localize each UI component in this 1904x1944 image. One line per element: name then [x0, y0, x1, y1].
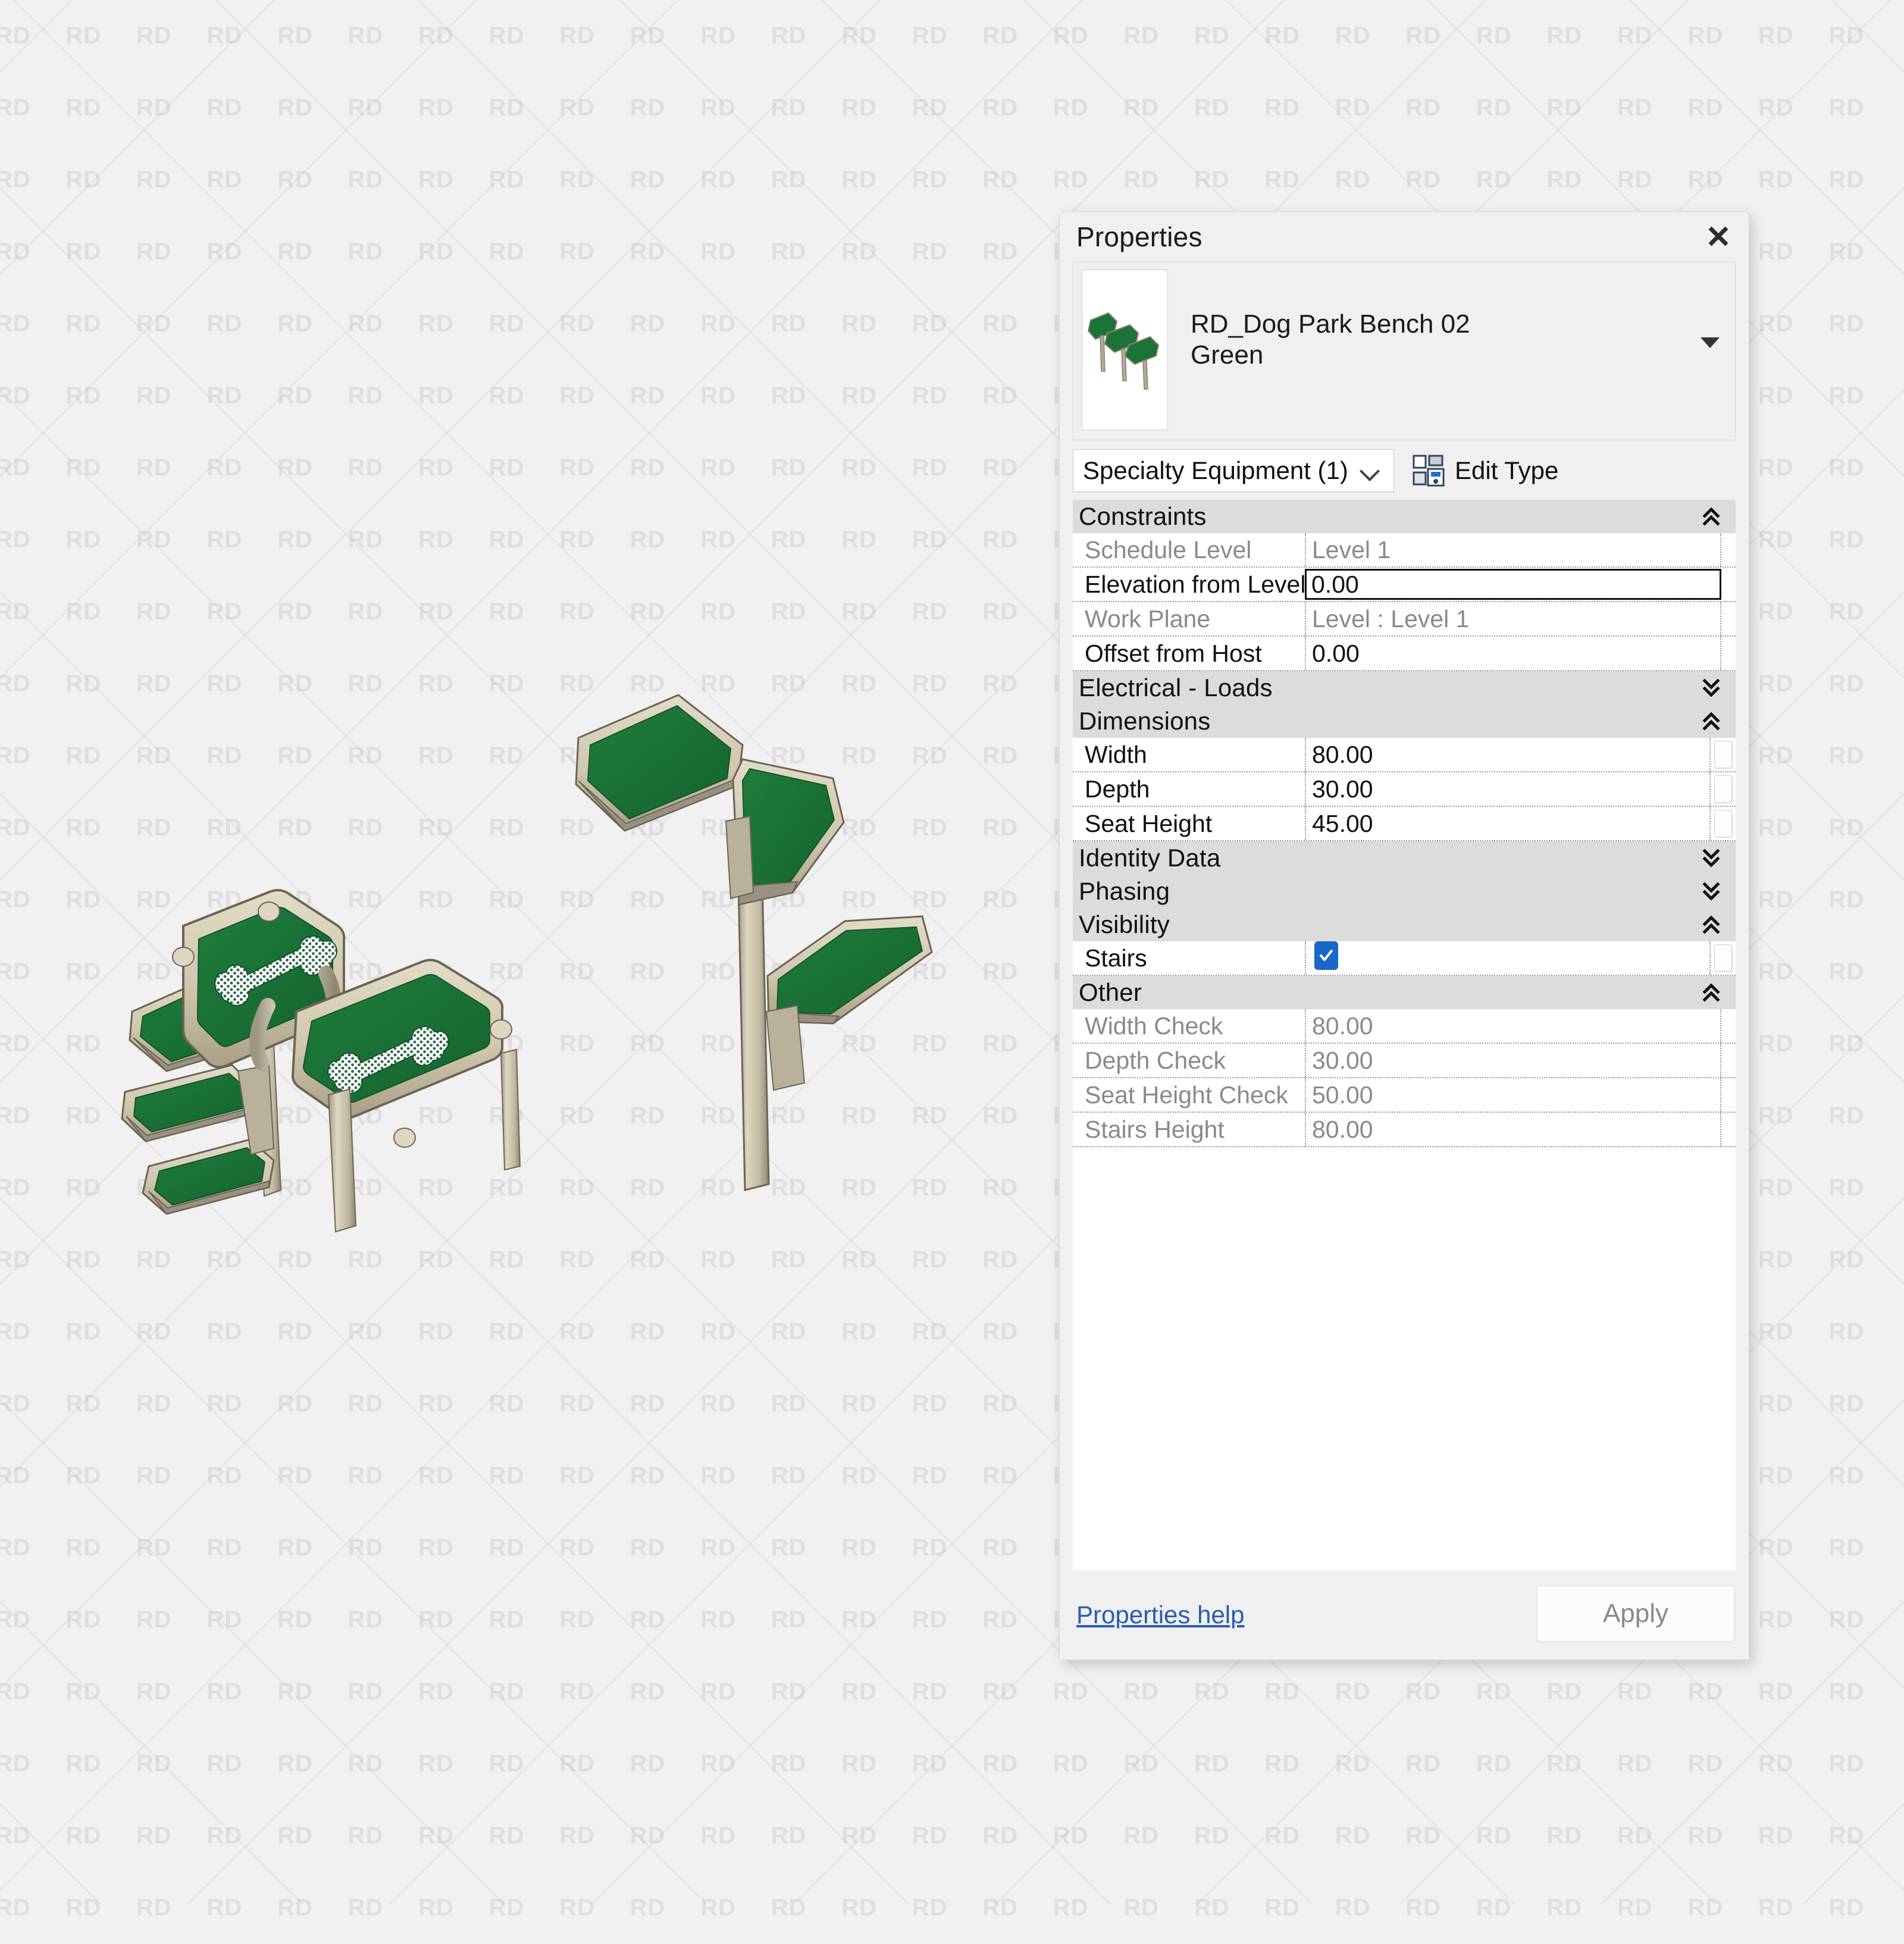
bench-right-unit [575, 694, 933, 1191]
property-group-name: Other [1079, 978, 1142, 1006]
property-value: 80.00 [1305, 1113, 1720, 1146]
type-thumbnail [1082, 270, 1168, 430]
property-row[interactable]: Stairs [1073, 941, 1736, 976]
double-chevron-up-icon[interactable] [1702, 506, 1720, 527]
apply-button[interactable]: Apply [1537, 1586, 1734, 1642]
property-name: Offset from Host [1085, 639, 1262, 667]
triangle-down-icon[interactable] [1701, 337, 1720, 348]
properties-palette[interactable]: Properties RD_Dog Park Bench 02 Green Sp… [1059, 211, 1749, 1660]
property-row[interactable]: Depth 30.00 [1073, 772, 1736, 807]
close-icon[interactable] [1701, 219, 1736, 253]
palette-footer: Properties help Apply [1060, 1570, 1749, 1660]
row-tail [1720, 1009, 1736, 1043]
property-name: Schedule Level [1085, 536, 1252, 564]
property-name: Depth [1085, 775, 1150, 803]
property-row[interactable]: Schedule Level Level 1 [1073, 533, 1736, 568]
property-row[interactable]: Seat Height Check 50.00 [1073, 1078, 1736, 1113]
edit-type-label: Edit Type [1455, 456, 1559, 484]
property-group-header[interactable]: Electrical - Loads [1073, 671, 1736, 705]
property-name: Stairs Height [1085, 1115, 1225, 1143]
property-value[interactable]: 0.00 [1305, 569, 1721, 600]
row-tail [1720, 602, 1736, 636]
property-group-name: Electrical - Loads [1079, 674, 1273, 702]
stairs-checkbox[interactable] [1314, 941, 1338, 970]
property-value: 80.00 [1305, 1009, 1720, 1043]
property-group-name: Dimensions [1079, 707, 1211, 735]
bench-step-lower-2 [121, 1064, 257, 1142]
properties-help-link[interactable]: Properties help [1076, 1601, 1245, 1629]
properties-table[interactable]: Constraints Schedule Level Level 1 Elevatio… [1073, 500, 1736, 1570]
property-name: Width [1085, 740, 1147, 768]
property-row[interactable]: Width 80.00 [1073, 738, 1736, 772]
property-group-name: Constraints [1079, 502, 1207, 530]
property-value: 30.00 [1305, 1044, 1720, 1077]
parameter-association-button[interactable] [1709, 772, 1736, 806]
row-tail [1720, 637, 1736, 670]
property-row[interactable]: Depth Check 30.00 [1073, 1044, 1736, 1078]
property-group-header[interactable]: Dimensions [1073, 705, 1736, 738]
row-tail [1720, 1113, 1736, 1146]
property-name: Elevation from Level [1085, 570, 1306, 598]
property-row[interactable]: Elevation from Level 0.00 [1073, 568, 1736, 602]
property-name: Depth Check [1085, 1046, 1226, 1074]
parameter-association-button[interactable] [1709, 807, 1736, 840]
category-select-value: Specialty Equipment (1) [1083, 456, 1348, 484]
chevron-down-icon [1360, 461, 1380, 481]
palette-title-bar: Properties [1060, 212, 1749, 262]
category-selector-row: Specialty Equipment (1) Edit Type [1073, 449, 1736, 493]
property-name: Work Plane [1085, 605, 1211, 633]
family-name: RD_Dog Park Bench 02 [1191, 309, 1470, 339]
property-value[interactable]: 45.00 [1305, 807, 1709, 840]
property-group-header[interactable]: Visibility [1073, 908, 1736, 941]
parameter-association-button[interactable] [1709, 738, 1736, 771]
property-group-name: Visibility [1079, 910, 1170, 938]
property-row[interactable]: Width Check 80.00 [1073, 1009, 1736, 1044]
property-value[interactable]: 0.00 [1305, 637, 1720, 670]
property-row[interactable]: Work Plane Level : Level 1 [1073, 602, 1736, 637]
type-name-block: RD_Dog Park Bench 02 Green [1191, 309, 1470, 371]
type-preview-block[interactable]: RD_Dog Park Bench 02 Green [1073, 262, 1736, 440]
property-group-header[interactable]: Constraints [1073, 500, 1736, 533]
property-row[interactable]: Stairs Height 80.00 [1073, 1113, 1736, 1147]
double-chevron-down-icon[interactable] [1702, 848, 1720, 868]
category-select[interactable]: Specialty Equipment (1) [1073, 449, 1394, 492]
model-viewport[interactable] [0, 0, 1059, 1904]
dog-park-bench-model [121, 694, 933, 1233]
property-value-cell [1305, 941, 1709, 975]
property-value: 50.00 [1305, 1078, 1720, 1112]
property-group-name: Identity Data [1079, 844, 1221, 872]
type-name: Green [1191, 340, 1264, 370]
property-group-header[interactable]: Identity Data [1073, 841, 1736, 875]
double-chevron-down-icon[interactable] [1702, 881, 1720, 901]
property-name: Stairs [1085, 944, 1147, 972]
row-tail [1720, 533, 1736, 566]
page-title: Properties [1076, 221, 1202, 252]
property-value[interactable]: 80.00 [1305, 738, 1709, 771]
property-group-header[interactable]: Other [1073, 976, 1736, 1009]
property-name: Seat Height Check [1085, 1081, 1288, 1109]
property-value: Level : Level 1 [1305, 602, 1720, 636]
edit-type-button[interactable]: Edit Type [1412, 454, 1558, 487]
property-value: Level 1 [1305, 533, 1720, 566]
property-value[interactable]: 30.00 [1305, 772, 1709, 806]
double-chevron-up-icon[interactable] [1702, 711, 1720, 731]
bench-leg-right [500, 1048, 521, 1171]
double-chevron-down-icon[interactable] [1702, 678, 1720, 698]
row-tail [1720, 1044, 1736, 1077]
property-row[interactable]: Seat Height 45.00 [1073, 807, 1736, 841]
row-tail [1720, 1078, 1736, 1112]
double-chevron-up-icon[interactable] [1702, 915, 1720, 935]
property-group-header[interactable]: Phasing [1073, 875, 1736, 908]
edit-type-icon [1412, 454, 1445, 487]
double-chevron-up-icon[interactable] [1702, 982, 1720, 1003]
property-name: Seat Height [1085, 809, 1213, 837]
parameter-association-button[interactable] [1709, 941, 1736, 975]
property-row[interactable]: Offset from Host 0.00 [1073, 637, 1736, 671]
property-group-name: Phasing [1079, 877, 1170, 905]
property-name: Width Check [1085, 1012, 1223, 1040]
